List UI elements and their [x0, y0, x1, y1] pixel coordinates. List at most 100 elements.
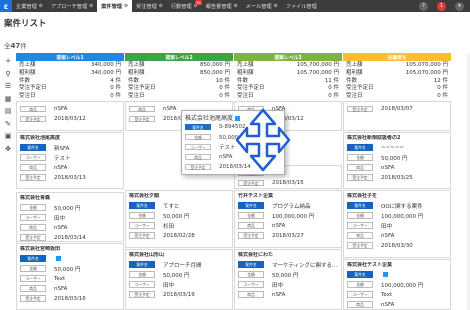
notification-icon[interactable]: 1 — [437, 1, 446, 11]
add-icon[interactable]: + — [3, 55, 13, 68]
move-icon[interactable]: ✥ — [3, 143, 13, 156]
card-user: Text — [381, 291, 393, 298]
field-chip: 受注予定 — [238, 179, 264, 187]
tab-reports[interactable]: 報告書管理 ⚙ — [202, 0, 242, 12]
case-card[interactable]: 株式会社宮崎坂田 案件名 金額 50,000 円 ユーザー Text 商品 nSFA … — [16, 243, 124, 310]
sum-value: 0 件 — [437, 93, 448, 100]
case-card[interactable]: 株式会社青森 金額 50,000 円 ユーザー 田中 商品 nSFA 受注予定 2018… — [16, 192, 124, 242]
card-company: 株式会社夕顔 — [129, 193, 160, 199]
kanban-column-level1: 提案レベル1 売上額 340,000 円 粗利額 340,000 円 件数 4 件 受… — [16, 53, 124, 102]
list-view-icon[interactable]: ☰ — [3, 80, 13, 93]
tab-actions[interactable]: 行動管理 28 ⚙ — [167, 0, 202, 12]
card-company: 株式会社池尾高度 — [20, 135, 61, 141]
field-chip: 商品 — [185, 153, 211, 161]
tab-company[interactable]: 企業管理 ⚙ — [12, 0, 47, 12]
tab-files[interactable]: ファイル管理 — [282, 0, 321, 12]
card-case-name: プログラム納品 — [272, 203, 311, 210]
card-amount: 50,000 円 — [54, 205, 81, 212]
card-amount: 50,000 円 — [163, 272, 190, 279]
card-product: nSFA — [381, 301, 395, 308]
card-date: 2018/03/16 — [54, 295, 86, 302]
field-chip: 受注予定 — [347, 174, 373, 181]
sum-value: 850,000 円 — [200, 62, 230, 68]
card-company: 株式会社青森 — [20, 195, 51, 201]
field-chip: 金額 — [238, 212, 264, 219]
field-chip: 案件名 — [347, 271, 373, 278]
sum-value: 340,000 円 — [91, 62, 121, 68]
sum-label: 受注日 — [346, 93, 363, 100]
help-icon[interactable]: ? — [419, 1, 428, 11]
card-amount: 50,000 円 — [163, 213, 190, 220]
sum-value: 105,700,000 円 — [296, 69, 339, 76]
field-chip: ユーザー — [185, 143, 211, 151]
notification-count: 1 — [439, 3, 444, 9]
field-chip: 商品 — [20, 224, 46, 231]
card-user: 田中 — [272, 282, 284, 289]
tab-approach[interactable]: アプローチ管理 ⚙ — [47, 0, 97, 12]
column-header: 決着待ち — [343, 53, 451, 61]
field-chip: 金額 — [129, 212, 155, 219]
field-chip: 案件名 — [347, 144, 373, 151]
card-product: nSFA — [54, 285, 68, 292]
field-chip: 金額 — [20, 265, 46, 272]
sum-label: 粗利額 — [128, 69, 145, 76]
card-case-name: アプローチ月間 — [163, 262, 202, 269]
sum-value: 105,070,000 円 — [405, 62, 448, 68]
sum-label: 売上額 — [237, 62, 254, 68]
column-header: 提案レベル1 — [16, 53, 124, 61]
case-card[interactable]: 受注予定 2018/03/07 — [343, 101, 451, 131]
document-icon[interactable]: ▤ — [3, 105, 13, 118]
case-card[interactable]: 株式会社池尾高度 案件名 新SFA ユーザー テスト 商品 nSFA 受注予定 2018… — [16, 132, 124, 189]
card-date: 2018/02/28 — [163, 232, 195, 239]
case-card[interactable]: 商品 nSFA 受注予定 2018/03/12 — [16, 101, 124, 131]
gear-icon[interactable]: ⚙ — [89, 4, 93, 9]
card-date: 2018/03/15 — [272, 180, 304, 186]
tab-label: 受注管理 — [136, 3, 157, 10]
gear-icon[interactable]: ⚙ — [39, 4, 43, 9]
edit-icon[interactable]: ✎ — [3, 118, 13, 131]
kanban-column-pending: 決着待ち 売上額 105,070,000 円 粗利額 105,070,000 円 件… — [343, 53, 451, 102]
new-icon — [56, 256, 61, 261]
case-card[interactable]: 株式会社にわた 案件名 マーケティングに関する... 金額 50,000 円 ユーザ… — [234, 249, 342, 310]
tab-cases[interactable]: 案件管理 ⚙ — [97, 0, 132, 12]
calendar-icon[interactable]: ▣ — [3, 130, 13, 143]
column-summary: 売上額 340,000 円 粗利額 340,000 円 件数 4 件 受注予定日 0 件… — [16, 61, 124, 102]
gear-icon[interactable]: ⚙ — [159, 4, 163, 9]
card-product: nSFA — [163, 106, 177, 112]
card-product: nSFA — [272, 291, 286, 298]
card-case-name: マーケティングに関する... — [272, 262, 338, 269]
field-chip: 受注予定 — [238, 232, 264, 239]
card-user: 杉田 — [163, 223, 175, 230]
card-date: 2018/03/27 — [272, 232, 304, 239]
tab-mail[interactable]: メール管理 ⚙ — [242, 0, 282, 12]
field-chip: 受注予定 — [129, 232, 155, 239]
app-logo-icon[interactable]: ɛ — [0, 0, 12, 12]
card-date: 2018/03/13 — [54, 174, 86, 181]
case-card[interactable]: 竹井テスト企業 案件名 プログラム納品 金額 100,000,000 円 商品 nSF… — [234, 190, 342, 248]
gear-icon[interactable]: ⚙ — [234, 4, 238, 9]
field-chip: 受注予定 — [347, 242, 373, 249]
case-card[interactable]: 株式会社子を 案件名 OOに関する案件 金額 100,000,000 円 ユーザー 田… — [343, 190, 451, 258]
sum-value: 105,070,000 円 — [405, 69, 448, 76]
case-card[interactable]: 株式会社夕顔 案件名 てすと 金額 50,000 円 ユーザー 杉田 受注予定 2018… — [125, 190, 233, 248]
case-card[interactable]: 株式会社山形山 案件名 アプローチ月間 金額 50,000 円 ユーザー 田中 受注予… — [125, 249, 233, 310]
search-icon[interactable]: ⚲ — [3, 68, 13, 81]
field-chip: 案件名 — [129, 261, 155, 268]
card-company: 株式会社にわた — [238, 252, 274, 258]
card-product: nSFA — [54, 164, 68, 171]
gear-icon[interactable]: ⚙ — [274, 4, 278, 9]
sum-label: 売上額 — [19, 62, 36, 68]
count-value: 47 — [10, 42, 21, 50]
case-card[interactable]: 株式会社新規取扱者の2 案件名 ~~~~~ 金額 50,000 円 商品 nSFA 受… — [343, 132, 451, 189]
field-chip: 金額 — [20, 204, 46, 211]
tab-orders[interactable]: 受注管理 ⚙ — [132, 0, 167, 12]
user-menu-icon[interactable]: ▾ — [455, 1, 464, 11]
board-view-icon[interactable]: ▦ — [3, 93, 13, 106]
card-user: Text — [54, 275, 66, 282]
gear-icon[interactable]: ⚙ — [124, 4, 128, 9]
field-chip: 金額 — [129, 271, 155, 278]
case-card[interactable]: 株式会社テスト企業 案件名 金額 100,000,000 円 ユーザー Text 商… — [343, 259, 451, 310]
card-company: 竹井テスト企業 — [238, 193, 274, 199]
left-toolbar: + ⚲ ☰ ▦ ▤ ✎ ▣ ✥ — [3, 55, 13, 155]
field-chip: 商品 — [238, 291, 264, 298]
